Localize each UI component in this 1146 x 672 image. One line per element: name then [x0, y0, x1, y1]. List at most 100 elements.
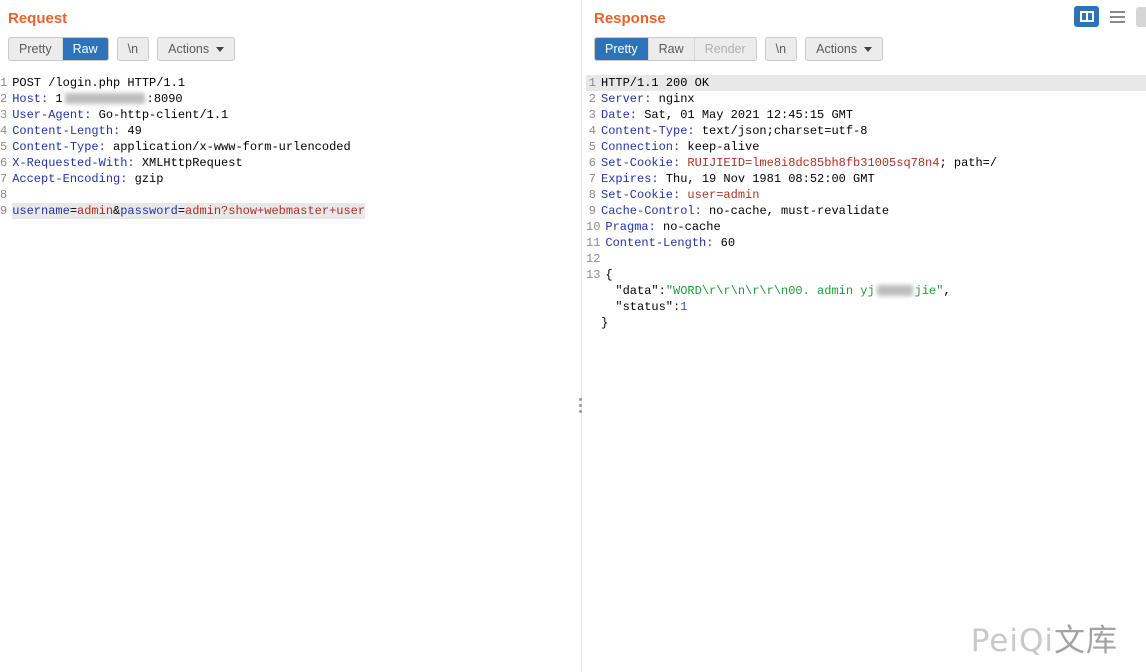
tab-label: Pretty: [605, 42, 638, 56]
line-number: 1: [0, 75, 12, 91]
tab-pretty[interactable]: Pretty: [595, 38, 648, 60]
columns-icon: [1080, 11, 1094, 22]
line-number: 7: [0, 171, 12, 187]
line-text: {: [605, 267, 612, 283]
panels-container: Request PrettyRaw\nActions 1POST /login.…: [0, 0, 1146, 672]
line-number: 7: [586, 171, 601, 187]
tab-raw[interactable]: Raw: [62, 38, 108, 60]
line-number: 5: [586, 139, 601, 155]
tab-newline[interactable]: \n: [118, 38, 148, 60]
line-text: Connection: keep-alive: [601, 139, 759, 155]
redacted-blur: [877, 285, 913, 296]
tab-actions[interactable]: Actions: [157, 37, 235, 61]
line-number: 2: [0, 91, 12, 107]
tab-group: \n: [765, 37, 797, 61]
tab-label: Render: [705, 42, 746, 56]
line-text: Cache-Control: no-cache, must-revalidate: [601, 203, 889, 219]
line-text: Server: nginx: [601, 91, 695, 107]
code-line: 1POST /login.php HTTP/1.1: [0, 75, 577, 91]
menu-button[interactable]: [1108, 9, 1127, 25]
code-line: "status":1: [586, 299, 1146, 315]
line-number: 13: [586, 267, 605, 283]
request-title: Request: [8, 10, 569, 27]
response-title: Response: [594, 10, 1138, 27]
line-text: username=admin&password=admin?show+webma…: [12, 203, 365, 219]
view-toolbar: [1074, 6, 1144, 27]
tab-group: Pretty Raw Render: [594, 37, 757, 61]
tab-newline[interactable]: \n: [766, 38, 796, 60]
line-text: Expires: Thu, 19 Nov 1981 08:52:00 GMT: [601, 171, 875, 187]
request-tabbar: Pretty Raw \n Actions: [8, 37, 569, 61]
splitter-line: [581, 0, 582, 672]
hamburger-icon: [1110, 11, 1125, 13]
response-editor[interactable]: 1HTTP/1.1 200 OK2Server: nginx3Date: Sat…: [586, 71, 1146, 672]
code-line: 10Pragma: no-cache: [586, 219, 1146, 235]
line-number: 4: [586, 123, 601, 139]
code-line: 2Server: nginx: [586, 91, 1146, 107]
line-number: 8: [0, 187, 12, 203]
line-number: 10: [586, 219, 605, 235]
tab-label: Raw: [659, 42, 684, 56]
tab-actions[interactable]: Actions: [805, 37, 883, 61]
line-number: 8: [586, 187, 601, 203]
line-text: POST /login.php HTTP/1.1: [12, 75, 185, 91]
line-text: X-Requested-With: XMLHttpRequest: [12, 155, 242, 171]
tab-label: Actions: [816, 42, 857, 56]
line-number: 6: [586, 155, 601, 171]
line-number: 3: [0, 107, 12, 123]
tab-label: \n: [128, 42, 138, 56]
line-text: "data":"WORD\r\r\n\r\r\n00. admin yjjie"…: [601, 283, 951, 299]
line-number: [586, 283, 601, 299]
code-line: 12: [586, 251, 1146, 267]
response-tabbar: Pretty Raw Render \n Actions: [594, 37, 1138, 61]
columns-layout-button[interactable]: [1074, 6, 1099, 27]
line-text: Content-Type: text/json;charset=utf-8: [601, 123, 867, 139]
request-panel: Request Pretty Raw \n Actions 1POST /login.…: [0, 0, 577, 672]
line-text: "status":1: [601, 299, 687, 315]
line-text: Set-Cookie: user=admin: [601, 187, 759, 203]
http-message-editor: Request PrettyRaw\nActions 1POST /login.…: [0, 0, 1146, 672]
panel-splitter[interactable]: [577, 0, 586, 672]
code-line: 4Content-Type: text/json;charset=utf-8: [586, 123, 1146, 139]
tab-label: \n: [776, 42, 786, 56]
line-text: Content-Type: application/x-www-form-url…: [12, 139, 350, 155]
line-number: 5: [0, 139, 12, 155]
code-line: 3Date: Sat, 01 May 2021 12:45:15 GMT: [586, 107, 1146, 123]
code-line: 7Accept-Encoding: gzip: [0, 171, 577, 187]
line-text: Accept-Encoding: gzip: [12, 171, 163, 187]
code-line: 7Expires: Thu, 19 Nov 1981 08:52:00 GMT: [586, 171, 1146, 187]
code-line: 6Set-Cookie: RUIJIEID=lme8i8dc85bh8fb310…: [586, 155, 1146, 171]
tab-label: Raw: [73, 42, 98, 56]
line-number: 11: [586, 235, 605, 251]
line-text: User-Agent: Go-http-client/1.1: [12, 107, 228, 123]
code-line: 9Cache-Control: no-cache, must-revalidat…: [586, 203, 1146, 219]
partial-view-button[interactable]: [1136, 7, 1146, 27]
tab-render[interactable]: Render: [694, 38, 756, 60]
request-editor[interactable]: 1POST /login.php HTTP/1.12Host: 1:80903U…: [0, 71, 577, 672]
line-number: 2: [586, 91, 601, 107]
code-line: 4Content-Length: 49: [0, 123, 577, 139]
line-number: 9: [586, 203, 601, 219]
code-line: 11Content-Length: 60: [586, 235, 1146, 251]
line-text: Date: Sat, 01 May 2021 12:45:15 GMT: [601, 107, 853, 123]
code-line: 6X-Requested-With: XMLHttpRequest: [0, 155, 577, 171]
line-text: Set-Cookie: RUIJIEID=lme8i8dc85bh8fb3100…: [601, 155, 997, 171]
line-text: Host: 1:8090: [12, 91, 182, 107]
line-number: 6: [0, 155, 12, 171]
line-text: }: [601, 315, 608, 331]
tab-pretty[interactable]: Pretty: [9, 38, 62, 60]
chevron-down-icon: [864, 47, 872, 52]
line-text: Content-Length: 60: [605, 235, 735, 251]
line-number: 4: [0, 123, 12, 139]
tab-raw[interactable]: Raw: [648, 38, 694, 60]
line-number: 12: [586, 251, 605, 267]
code-line: }: [586, 315, 1146, 331]
line-number: 9: [0, 203, 12, 219]
line-text: Pragma: no-cache: [605, 219, 720, 235]
line-number: 1: [586, 75, 601, 91]
tab-label: Pretty: [19, 42, 52, 56]
code-line: 5Content-Type: application/x-www-form-ur…: [0, 139, 577, 155]
code-line: 9username=admin&password=admin?show+webm…: [0, 203, 577, 219]
splitter-handle-icon: [579, 398, 582, 413]
code-line: 1HTTP/1.1 200 OK: [586, 75, 1146, 91]
